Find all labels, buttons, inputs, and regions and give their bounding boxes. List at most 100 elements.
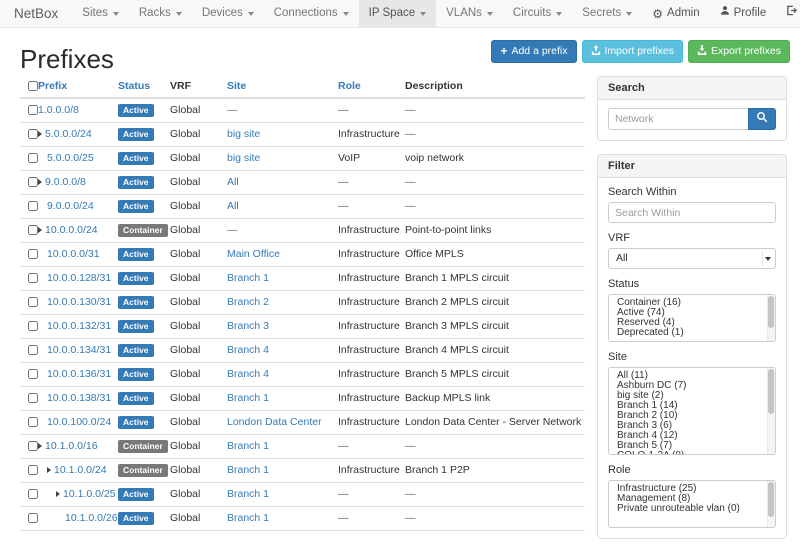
row-checkbox[interactable] [28,201,38,211]
row-checkbox[interactable] [28,105,38,115]
site-link[interactable]: big site [227,152,260,164]
nav-item-secrets[interactable]: Secrets [572,0,642,27]
nav-item-logout[interactable]: Log out [776,0,800,27]
nav-item-racks[interactable]: Racks [129,0,192,27]
column-header-role[interactable]: Role [338,76,405,98]
row-checkbox[interactable] [28,417,38,427]
site-link[interactable]: Branch 1 [227,488,269,500]
row-checkbox[interactable] [28,177,38,187]
listbox-option[interactable]: Deprecated (1) [609,328,765,338]
row-checkbox[interactable] [28,225,38,235]
status-cell: Active [118,363,170,387]
prefix-link[interactable]: 10.0.0.130/31 [47,296,111,308]
site-link[interactable]: All [227,200,239,212]
row-checkbox[interactable] [28,129,38,139]
site-link[interactable]: Branch 1 [227,272,269,284]
prefix-link[interactable]: 9.0.0.0/8 [45,176,86,188]
row-checkbox[interactable] [28,513,38,523]
prefix-link[interactable]: 10.1.0.0/26 [65,512,118,524]
prefix-link[interactable]: 10.0.0.132/31 [47,320,111,332]
prefix-link[interactable]: 10.1.0.0/16 [45,440,98,452]
prefix-link[interactable]: 10.1.0.0/24 [54,464,107,476]
site-listbox[interactable]: All (11)Ashburn DC (7)big site (2)Branch… [608,367,776,455]
prefix-link[interactable]: 10.0.0.138/31 [47,392,111,404]
plus-icon: + [500,47,507,56]
prefix-link[interactable]: 10.0.100.0/24 [47,416,111,428]
site-link[interactable]: Branch 1 [227,512,269,524]
site-link[interactable]: Main Office [227,248,280,260]
search-input[interactable] [608,108,748,130]
prefix-cell: 10.1.0.0/16 [38,435,118,459]
nav-item-devices[interactable]: Devices [192,0,264,27]
scrollbar-thumb[interactable] [768,369,774,414]
nav-item-profile[interactable]: Profile [710,0,777,27]
row-checkbox[interactable] [28,465,38,475]
status-cell: Active [118,315,170,339]
row-checkbox[interactable] [28,345,38,355]
row-checkbox[interactable] [28,297,38,307]
scrollbar-thumb[interactable] [768,296,774,328]
site-link[interactable]: Branch 2 [227,296,269,308]
row-checkbox[interactable] [28,369,38,379]
prefix-link[interactable]: 10.0.0.128/31 [47,272,111,284]
row-checkbox[interactable] [28,393,38,403]
prefix-link[interactable]: 5.0.0.0/24 [45,128,92,140]
nav-item-vlans[interactable]: VLANs [436,0,503,27]
scrollbar-thumb[interactable] [768,482,774,517]
prefix-link[interactable]: 10.0.0.136/31 [47,368,111,380]
status-cell: Active [118,507,170,531]
site-link[interactable]: Branch 4 [227,344,269,356]
filter-field-role: Role Infrastructure (25)Management (8)Pr… [608,464,776,528]
import-prefixes-button[interactable]: Import prefixes [582,40,683,63]
site-link[interactable]: All [227,176,239,188]
export-prefixes-button[interactable]: Export prefixes [688,40,790,63]
search-button[interactable] [748,108,776,130]
row-checkbox[interactable] [28,489,38,499]
site-link[interactable]: London Data Center [227,416,322,428]
vrf-select[interactable]: All [608,248,776,269]
nav-item-sites[interactable]: Sites [72,0,129,27]
sidebar: Search Filter Search Within VRF [597,76,787,552]
prefix-cell: 10.0.100.0/24 [38,411,118,435]
prefix-link[interactable]: 10.0.0.0/31 [47,248,100,260]
prefix-link[interactable]: 9.0.0.0/24 [47,200,94,212]
nav-item-admin[interactable]: ⚙ Admin [642,0,709,27]
site-link[interactable]: Branch 3 [227,320,269,332]
row-checkbox[interactable] [28,321,38,331]
prefix-link[interactable]: 5.0.0.0/25 [47,152,94,164]
nav-item-circuits[interactable]: Circuits [503,0,572,27]
brand-logo[interactable]: NetBox [0,0,72,27]
empty-value: — [338,200,349,212]
site-link[interactable]: Branch 1 [227,440,269,452]
role-listbox[interactable]: Infrastructure (25)Management (8)Private… [608,480,776,528]
empty-value: — [405,512,416,524]
column-header-status[interactable]: Status [118,76,170,98]
nav-item-ip-space[interactable]: IP Space [359,0,436,27]
prefix-link[interactable]: 10.0.0.134/31 [47,344,111,356]
column-header-prefix[interactable]: Prefix [38,76,118,98]
row-checkbox[interactable] [28,249,38,259]
listbox-option[interactable]: Private unrouteable vlan (0) [609,504,765,514]
listbox-option[interactable]: COLO-1-2A (9) [609,451,765,455]
prefix-link[interactable]: 1.0.0.0/8 [38,104,79,116]
search-within-input[interactable] [608,202,776,223]
nav-item-connections[interactable]: Connections [264,0,359,27]
site-link[interactable]: Branch 1 [227,392,269,404]
column-header-site[interactable]: Site [227,76,338,98]
site-link[interactable]: Branch 1 [227,464,269,476]
prefix-link[interactable]: 10.1.0.0/25 [63,488,116,500]
vrf-cell: Global [170,123,227,147]
row-checkbox[interactable] [28,273,38,283]
status-listbox[interactable]: Container (16)Active (74)Reserved (4)Dep… [608,294,776,342]
site-link[interactable]: Branch 4 [227,368,269,380]
chevron-down-icon [556,12,562,16]
select-all-checkbox[interactable] [28,81,38,91]
prefix-link[interactable]: 10.0.0.0/24 [45,224,98,236]
row-checkbox[interactable] [28,441,38,451]
site-link[interactable]: big site [227,128,260,140]
status-badge: Active [118,296,154,309]
row-checkbox[interactable] [28,153,38,163]
add-prefix-button[interactable]: + Add a prefix [491,40,576,63]
nav-item-label: Circuits [513,0,551,27]
site-cell: — [227,98,338,123]
